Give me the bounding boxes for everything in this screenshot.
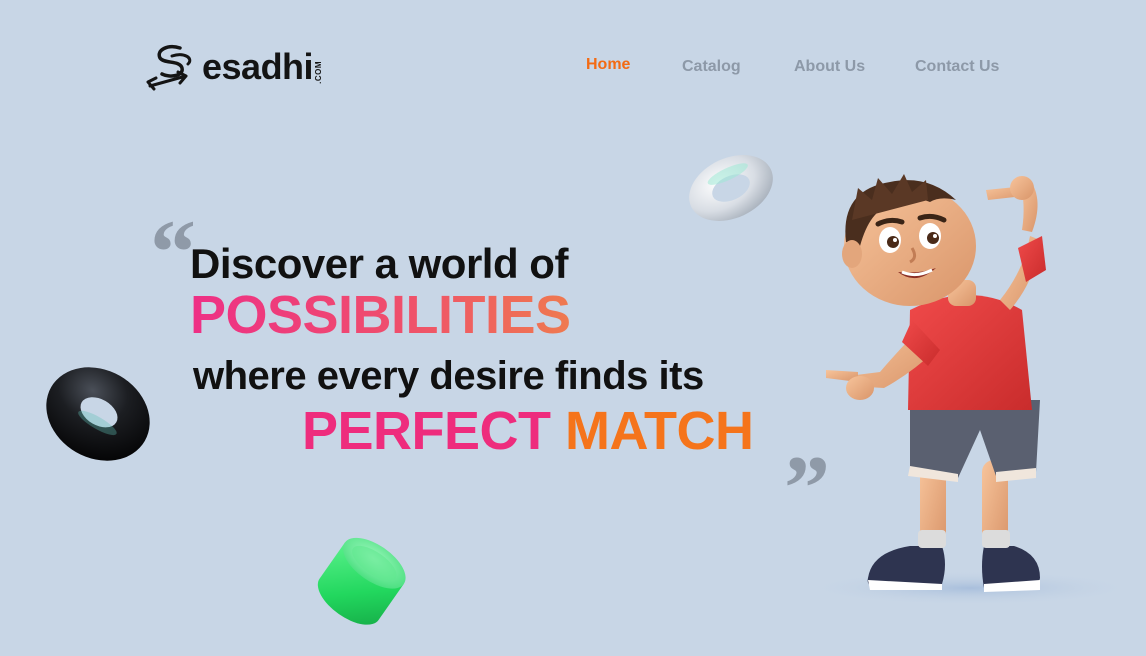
green-cylinder-icon (317, 537, 406, 625)
hero-line-4: PERFECT MATCH (302, 400, 754, 462)
hero-match: MATCH (565, 401, 754, 461)
hero-line-2: POSSIBILITIES (190, 285, 571, 345)
nav-catalog[interactable]: Catalog (682, 58, 741, 76)
hero-perfect: PERFECT (302, 401, 551, 461)
black-torus-icon (46, 367, 150, 461)
character-illustration (800, 174, 1120, 606)
hero-line-1: Discover a world of (190, 240, 568, 287)
main-nav: Home Catalog About Us Contact Us (0, 56, 1146, 78)
nav-home[interactable]: Home (586, 56, 630, 74)
nav-about-us[interactable]: About Us (794, 58, 865, 76)
nav-contact-us[interactable]: Contact Us (915, 58, 999, 76)
hero-line-3: where every desire finds its (193, 354, 704, 398)
